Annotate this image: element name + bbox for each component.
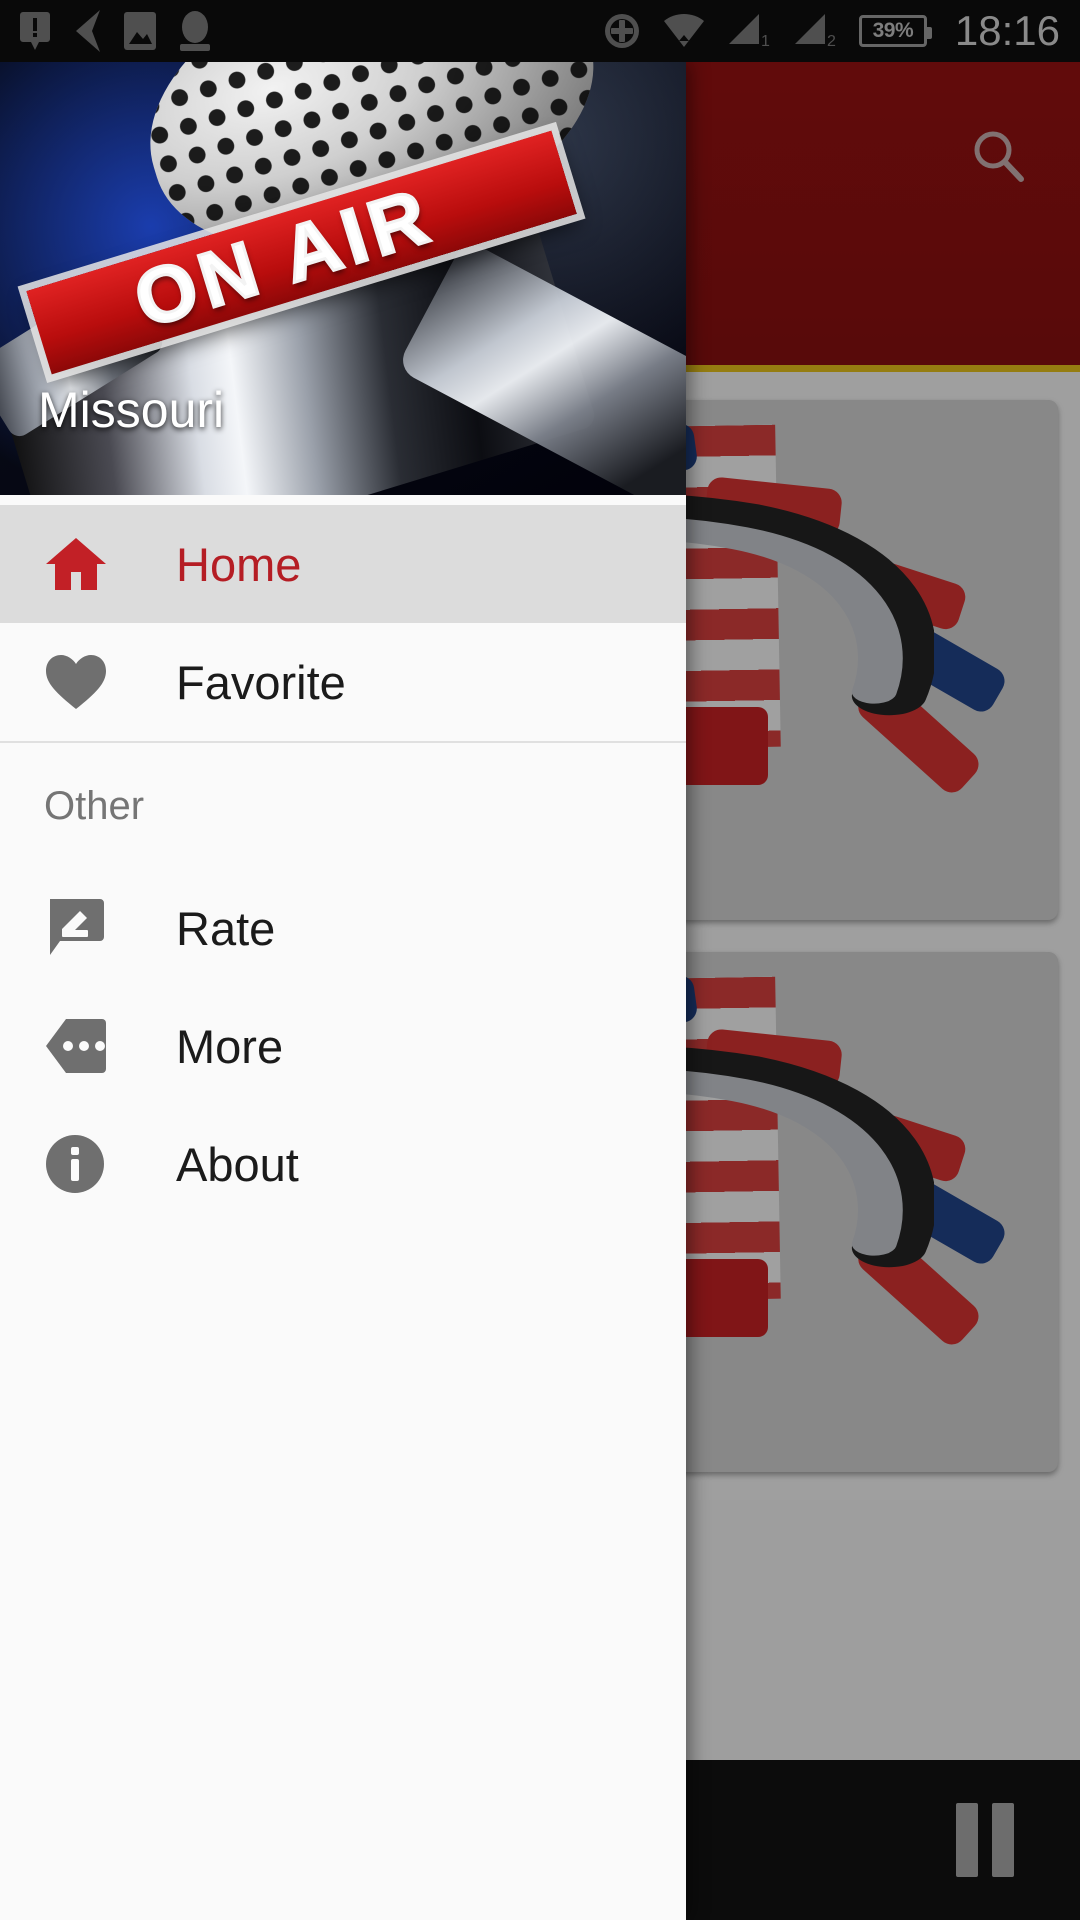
drawer-section-header: Other bbox=[44, 783, 145, 828]
sidebar-item-about[interactable]: About bbox=[0, 1105, 686, 1223]
more-tag-icon bbox=[44, 1017, 110, 1075]
signal-2-icon: 2 bbox=[794, 14, 836, 50]
sidebar-item-home[interactable]: Home bbox=[0, 505, 686, 623]
info-icon bbox=[44, 1133, 110, 1195]
battery-icon: 39% bbox=[858, 15, 932, 47]
wifi-icon bbox=[663, 13, 704, 48]
sms-failed-icon bbox=[20, 12, 50, 50]
drawer-header-title: Missouri bbox=[38, 382, 225, 438]
sidebar-item-label: About bbox=[176, 1137, 299, 1191]
back-arrow-icon bbox=[76, 10, 100, 52]
drawer-header: ON AIR Missouri bbox=[0, 62, 686, 495]
heart-icon bbox=[44, 653, 110, 711]
screen: 1 2 39% 18:16 STAT bbox=[0, 0, 1080, 1920]
image-icon bbox=[124, 12, 156, 50]
navigation-drawer: ON AIR Missouri Home Favorite Other Rate… bbox=[0, 62, 686, 1920]
sidebar-item-favorite[interactable]: Favorite bbox=[0, 623, 686, 741]
svg-text:1: 1 bbox=[761, 33, 770, 50]
battery-level-text: 39% bbox=[872, 18, 914, 42]
signal-1-icon: 1 bbox=[728, 14, 770, 50]
add-circle-icon bbox=[604, 14, 639, 48]
sidebar-item-more[interactable]: More bbox=[0, 987, 686, 1105]
sidebar-item-label: Favorite bbox=[176, 655, 346, 709]
home-icon bbox=[44, 534, 110, 594]
sidebar-item-label: Home bbox=[176, 537, 302, 591]
person-icon bbox=[180, 11, 210, 51]
rate-review-icon bbox=[44, 897, 110, 959]
status-bar-notification-icons bbox=[20, 10, 212, 52]
sidebar-item-rate[interactable]: Rate bbox=[0, 869, 686, 987]
drawer-menu: Home Favorite Other Rate More About bbox=[0, 495, 686, 1920]
svg-text:2: 2 bbox=[827, 33, 836, 50]
status-bar-system-icons: 1 2 39% 18:16 bbox=[603, 7, 1060, 55]
sidebar-item-label: Rate bbox=[176, 901, 276, 955]
sidebar-item-label: More bbox=[176, 1019, 284, 1073]
status-bar-clock: 18:16 bbox=[954, 7, 1060, 54]
status-bar: 1 2 39% 18:16 bbox=[0, 0, 1080, 62]
